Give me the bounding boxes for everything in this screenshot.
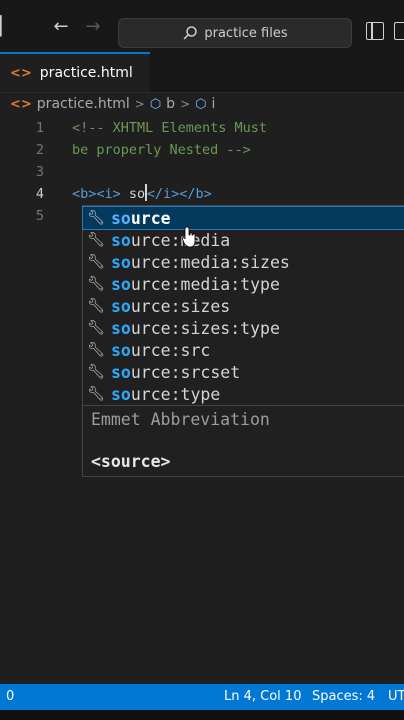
suggestion-label: urce:src <box>130 340 211 360</box>
command-center-search[interactable]: practice files <box>118 18 352 48</box>
wrench-icon: 🔧︎ <box>87 298 105 314</box>
match-text: so <box>111 252 131 272</box>
match-text: so <box>111 318 131 338</box>
toggle-panel-icon[interactable] <box>394 22 404 40</box>
line-number: 3 <box>35 164 44 180</box>
suggestion-item[interactable]: 🔧︎ source:sizes <box>83 295 404 317</box>
code-line[interactable]: 1 <!-- XHTML Elements Must <box>0 117 404 139</box>
wrench-icon: 🔧︎ <box>87 210 105 226</box>
breadcrumb-file[interactable]: practice.html <box>37 96 130 112</box>
suggestion-item[interactable]: 🔧︎ source:srcset <box>83 361 404 383</box>
autocomplete-widget: 🔧︎ source 🔧︎ source:media 🔧︎ source:medi… <box>82 205 404 477</box>
line-number: 5 <box>35 208 44 224</box>
suggestion-item[interactable]: 🔧︎ source:media <box>83 229 404 251</box>
wrench-icon: 🔧︎ <box>87 342 105 358</box>
suggestion-item[interactable]: 🔧︎ source:sizes:type <box>83 317 404 339</box>
suggestion-item[interactable]: 🔧︎ source:src <box>83 339 404 361</box>
open-i-tag: <i> <box>96 186 121 202</box>
line-text: be properly Nested --> <box>72 142 251 158</box>
suggestion-label: urce:media <box>130 230 231 250</box>
search-label: practice files <box>204 25 288 41</box>
close-b-tag: </b> <box>179 186 212 202</box>
suggestion-label: urce <box>130 208 171 228</box>
forward-arrow-icon[interactable]: → <box>82 16 104 38</box>
toggle-sidebar-icon[interactable] <box>366 22 384 40</box>
suggestion-label: urce:media:type <box>130 274 280 294</box>
code-line[interactable]: 2 be properly Nested --> <box>0 139 404 161</box>
status-indentation[interactable]: Spaces: 4 <box>312 689 375 704</box>
suggestion-item[interactable]: 🔧︎ source <box>82 206 404 230</box>
match-text: so <box>111 230 131 250</box>
wrench-icon: 🔧︎ <box>87 320 105 336</box>
tab-bar: <> practice.html <box>0 52 404 93</box>
status-problems[interactable]: 0 <box>6 689 14 704</box>
suggestion-item[interactable]: 🔧︎ source:type <box>83 383 404 405</box>
tab-practice-html[interactable]: <> practice.html <box>0 52 150 92</box>
match-text: so <box>111 296 131 316</box>
suggestion-detail-code: <source> <box>91 452 171 471</box>
typed-text: so <box>128 186 146 202</box>
details-divider <box>83 405 404 406</box>
wrench-icon: 🔧︎ <box>87 232 105 248</box>
status-bar: 0 Ln 4, Col 10 Spaces: 4 UT <box>0 684 404 710</box>
tab-label: practice.html <box>39 65 133 81</box>
match-text: so <box>111 340 131 360</box>
line-number: 4 <box>35 186 44 202</box>
search-icon <box>183 26 198 40</box>
suggestion-item[interactable]: 🔧︎ source:media:type <box>83 273 404 295</box>
suggestion-label: urce:sizes:type <box>130 318 280 338</box>
breadcrumb-symbol-i[interactable]: i <box>211 96 215 112</box>
match-text: so <box>111 362 131 382</box>
mouse-pointer-icon <box>182 226 196 248</box>
match-text: so <box>111 274 131 294</box>
breadcrumb-symbol-b[interactable]: b <box>166 96 175 112</box>
bottom-strip <box>0 710 404 720</box>
code-line[interactable]: 3 <box>0 161 404 183</box>
wrench-icon: 🔧︎ <box>87 254 105 270</box>
status-encoding[interactable]: UT <box>388 689 404 704</box>
back-arrow-icon[interactable]: ← <box>50 16 72 38</box>
html-file-icon: <> <box>10 65 32 81</box>
status-cursor-position[interactable]: Ln 4, Col 10 <box>224 689 301 704</box>
wrench-icon: 🔧︎ <box>87 386 105 402</box>
suggestion-label: urce:sizes <box>130 296 231 316</box>
element-cube-icon: ⬡ <box>149 96 162 112</box>
open-b-tag: <b> <box>72 186 97 202</box>
suggestion-label: urce:type <box>130 384 221 404</box>
close-i-tag: </i> <box>146 186 180 202</box>
match-text: so <box>111 384 131 404</box>
line-text: <!-- XHTML Elements Must <box>72 120 268 136</box>
html-file-icon: <> <box>10 96 32 112</box>
suggestion-detail-title: Emmet Abbreviation <box>91 410 270 429</box>
line-number: 1 <box>35 120 44 136</box>
line-number: 2 <box>35 142 44 158</box>
suggestion-item[interactable]: 🔧︎ source:media:sizes <box>83 251 404 273</box>
wrench-icon: 🔧︎ <box>87 276 105 292</box>
code-line-active[interactable]: 4 <b><i> so </i></b> <box>0 183 404 205</box>
suggestion-label: urce:media:sizes <box>130 252 290 272</box>
element-cube-icon: ⬡ <box>195 96 207 112</box>
wrench-icon: 🔧︎ <box>87 364 105 380</box>
suggestion-label: urce:srcset <box>130 362 241 382</box>
breadcrumb: <> practice.html > ⬡ b > ⬡ i <box>0 92 215 116</box>
chevron-right-icon: > <box>134 97 145 111</box>
title-bar: ▏ ← → practice files <box>0 0 404 52</box>
chevron-right-icon: > <box>180 97 191 111</box>
line-text: <b><i> so </i></b> <box>72 183 212 205</box>
menu-edge[interactable]: ▏ <box>0 16 18 38</box>
match-text: so <box>111 208 131 228</box>
